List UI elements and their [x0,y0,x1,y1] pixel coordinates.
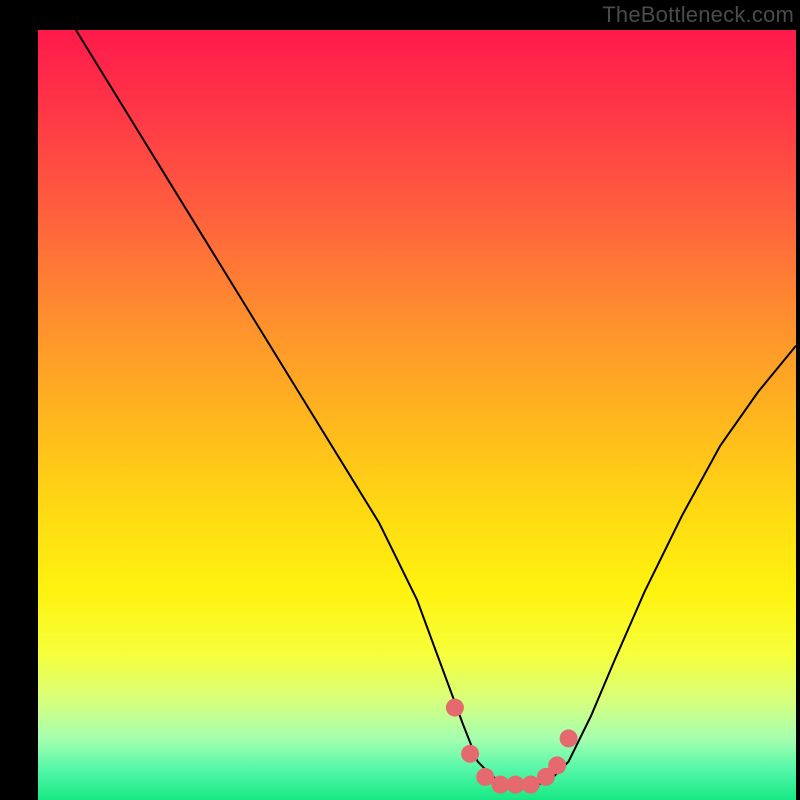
chart-svg [38,30,796,800]
highlight-marker [560,729,578,747]
bottleneck-curve [76,30,796,785]
watermark-text: TheBottleneck.com [602,2,794,28]
highlight-marker [446,699,464,717]
highlight-markers [446,699,578,794]
highlight-marker [461,745,479,763]
highlight-marker [548,756,566,774]
highlight-marker [476,768,494,786]
outer-frame: TheBottleneck.com [0,0,800,800]
plot-area [38,30,796,800]
highlight-marker [522,776,540,794]
